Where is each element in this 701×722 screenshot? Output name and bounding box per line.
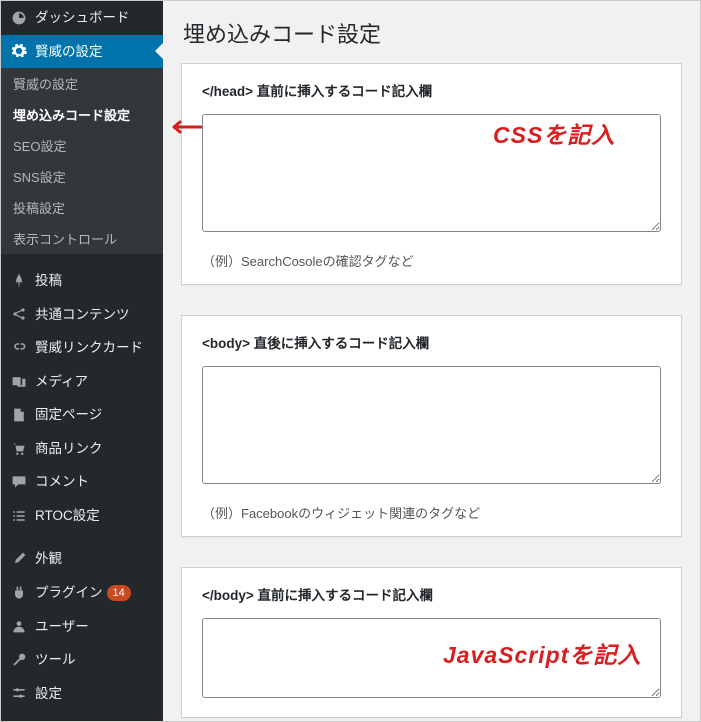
sidebar-submenu: 賢威の設定 埋め込みコード設定 SEO設定 SNS設定 投稿設定 表示コントロー…	[1, 68, 163, 254]
sidebar-label: コメント	[35, 473, 89, 491]
link-icon	[9, 340, 29, 356]
sidebar-label: 賢威リンクカード	[35, 339, 143, 357]
sliders-icon	[9, 685, 29, 701]
submenu-embed[interactable]: 埋め込みコード設定	[1, 99, 163, 130]
sidebar-label: 賢威の設定	[35, 43, 103, 61]
body-before-code-card: </body> 直前に挿入するコード記入欄	[181, 567, 682, 718]
body-after-code-label: <body> 直後に挿入するコード記入欄	[202, 332, 661, 352]
sidebar-item-shared[interactable]: 共通コンテンツ	[1, 298, 163, 332]
cart-icon	[9, 441, 29, 457]
sidebar-item-linkcard[interactable]: 賢威リンクカード	[1, 331, 163, 365]
body-before-code-label: </body> 直前に挿入するコード記入欄	[202, 584, 661, 604]
share-icon	[9, 306, 29, 322]
head-code-label: </head> 直前に挿入するコード記入欄	[202, 80, 661, 100]
sidebar-item-posts[interactable]: 投稿	[1, 264, 163, 298]
sidebar-item-media[interactable]: メディア	[1, 365, 163, 399]
sidebar-label: ユーザー	[35, 618, 89, 636]
body-before-code-textarea[interactable]	[202, 618, 661, 698]
sidebar-label: 投稿	[35, 272, 62, 290]
sidebar-label: ツール	[35, 651, 76, 669]
sidebar-label: RTOC設定	[35, 507, 100, 525]
head-code-card: </head> 直前に挿入するコード記入欄 （例）SearchCosoleの確認…	[181, 63, 682, 285]
dashboard-icon	[9, 10, 29, 26]
body-after-code-textarea[interactable]	[202, 366, 661, 484]
comment-icon	[9, 474, 29, 490]
main-content: 埋め込みコード設定 </head> 直前に挿入するコード記入欄 （例）Searc…	[163, 1, 700, 721]
sidebar-label: 固定ページ	[35, 406, 102, 424]
sidebar-label: メディア	[35, 373, 88, 391]
submenu-sns[interactable]: SNS設定	[1, 161, 163, 192]
submenu-display[interactable]: 表示コントロール	[1, 223, 163, 254]
head-code-textarea[interactable]	[202, 114, 661, 232]
sidebar-item-users[interactable]: ユーザー	[1, 610, 163, 644]
body-after-code-example: （例）Facebookのウィジェット関連のタグなど	[202, 503, 661, 522]
sidebar-item-rtoc[interactable]: RTOC設定	[1, 499, 163, 533]
sidebar-item-plugins[interactable]: プラグイン 14	[1, 576, 163, 610]
gear-icon	[9, 43, 29, 59]
admin-sidebar: ダッシュボード 賢威の設定 賢威の設定 埋め込みコード設定 SEO設定 SNS設…	[1, 1, 163, 721]
sidebar-item-settings[interactable]: 設定	[1, 677, 163, 711]
submenu-keni[interactable]: 賢威の設定	[1, 68, 163, 99]
sidebar-item-keni-settings[interactable]: 賢威の設定	[1, 35, 163, 69]
user-icon	[9, 618, 29, 634]
sidebar-item-product-link[interactable]: 商品リンク	[1, 432, 163, 466]
sidebar-item-pages[interactable]: 固定ページ	[1, 398, 163, 432]
pin-icon	[9, 273, 29, 289]
sidebar-item-comments[interactable]: コメント	[1, 465, 163, 499]
plugins-update-badge: 14	[107, 585, 131, 601]
list-icon	[9, 508, 29, 524]
sidebar-label: ダッシュボード	[35, 9, 130, 27]
sidebar-item-dashboard[interactable]: ダッシュボード	[1, 1, 163, 35]
sidebar-label: 共通コンテンツ	[35, 306, 130, 324]
body-after-code-card: <body> 直後に挿入するコード記入欄 （例）Facebookのウィジェット関…	[181, 315, 682, 537]
sidebar-item-appearance[interactable]: 外観	[1, 542, 163, 576]
plugin-icon	[9, 585, 29, 601]
head-code-example: （例）SearchCosoleの確認タグなど	[202, 251, 661, 270]
page-icon	[9, 407, 29, 423]
submenu-post[interactable]: 投稿設定	[1, 192, 163, 223]
sidebar-label: 設定	[35, 685, 62, 703]
submenu-seo[interactable]: SEO設定	[1, 130, 163, 161]
sidebar-label: プラグイン	[35, 584, 103, 602]
sidebar-label: 商品リンク	[35, 440, 103, 458]
media-icon	[9, 374, 29, 390]
sidebar-item-tools[interactable]: ツール	[1, 643, 163, 677]
page-title: 埋め込みコード設定	[183, 17, 682, 49]
sidebar-label: 外観	[35, 550, 62, 568]
wrench-icon	[9, 652, 29, 668]
brush-icon	[9, 551, 29, 567]
